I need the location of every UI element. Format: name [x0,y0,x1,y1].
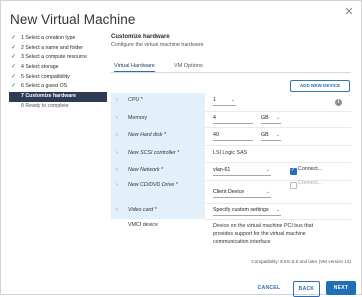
row-label: New Hard disk * [128,132,166,138]
scsi-label[interactable]: › New SCSI controller * [111,145,205,162]
step-label: 5 Select compatibility [21,73,70,80]
row-label: Memory [128,115,148,121]
step-item-active[interactable]: 7 Customize hardware [9,92,107,102]
network-connect-checkbox[interactable] [290,167,297,175]
select-value: 1 [213,97,216,103]
cancel-button[interactable]: CANCEL [253,281,285,295]
network-select[interactable]: vlan-61 ⌄ [213,166,271,176]
check-icon: ✓ [11,83,17,90]
chevron-right-icon[interactable]: › [116,150,118,156]
step-item[interactable]: ✓ 3 Select a compute resource [9,53,107,63]
hw-row-cd-dvd: › New CD/DVD Drive * Client Device ⌄ Con… [111,180,351,204]
hw-row-hard-disk: › New Hard disk * 40 GB ⌄ [111,127,351,146]
next-button[interactable]: NEXT [326,281,356,295]
hard-disk-unit-select[interactable]: GB ⌄ [261,131,281,141]
select-value: GB [261,115,269,121]
chevron-down-icon: ⌄ [275,115,280,121]
select-value: vlan-61 [213,167,231,173]
memory-unit-select[interactable]: GB ⌄ [261,114,281,124]
compatibility-note: Compatibility: ESXi 6.5 and later (VM ve… [251,259,351,264]
video-card-label[interactable]: › Video card * [111,203,205,219]
select-value: Specify custom settings [213,207,269,213]
dialog-title: New Virtual Machine [10,12,136,27]
row-label: New Network * [128,167,164,173]
memory-input[interactable]: 4 [213,114,253,124]
video-card-select[interactable]: Specify custom settings ⌄ [213,206,281,216]
step-label: 4 Select storage [21,64,59,71]
section-header: Customize hardware Configure the virtual… [111,33,351,49]
hw-row-scsi: › New SCSI controller * LSI Logic SAS [111,145,351,163]
section-subtitle: Configure the virtual machine hardware [111,42,204,48]
tab-vm-options[interactable]: VM Options [174,62,203,71]
check-icon: ✓ [11,54,17,61]
row-label: CPU * [128,97,143,103]
check-icon: ✓ [11,64,17,71]
cd-dvd-connect-label: Connect... [298,180,323,186]
step-item[interactable]: ✓ 1 Select a creation type [9,34,107,44]
memory-label[interactable]: › Memory [111,111,205,127]
close-icon[interactable]: ✕ [343,6,355,18]
step-item: 8 Ready to complete [9,102,107,112]
cpu-label[interactable]: › CPU * [111,93,205,111]
step-label: 8 Ready to complete [21,102,69,109]
cd-dvd-connect-checkbox[interactable] [290,182,297,189]
step-label: 7 Customize hardware [21,93,77,100]
check-icon: ✓ [11,35,17,41]
step-item[interactable]: ✓ 6 Select a guest OS [9,82,107,92]
select-value: GB [261,132,269,138]
cpu-select[interactable]: 1 ⌄ [213,96,236,106]
step-label: 3 Select a compute resource [21,54,88,61]
chevron-right-icon[interactable]: › [116,167,118,173]
wizard-steps: ✓ 1 Select a creation type ✓ 2 Select a na… [9,34,107,112]
chevron-right-icon[interactable]: › [116,132,118,138]
new-vm-dialog: New Virtual Machine ✕ ✓ 1 Select a creati… [0,0,362,297]
hw-row-cpu: › CPU * 1 ⌄ i [111,93,351,112]
network-connect-label: Connect... [298,166,323,172]
hw-row-memory: › Memory 4 GB ⌄ [111,111,351,128]
tab-virtual-hardware[interactable]: Virtual Hardware [114,62,155,72]
hard-disk-label[interactable]: › New Hard disk * [111,127,205,145]
chevron-down-icon: ⌄ [275,132,280,138]
hw-row-video: › Video card * Specify custom settings ⌄ [111,203,351,220]
hard-disk-size-input[interactable]: 40 [213,131,253,141]
chevron-right-icon[interactable]: › [116,115,118,121]
chevron-down-icon: ⌄ [265,189,270,195]
desc-line: communication interface [213,239,271,245]
check-icon: ✓ [11,44,17,51]
add-new-device-button[interactable]: ADD NEW DEVICE [290,80,350,92]
desc-line: Device on the virtual machine PCI bus th… [213,223,314,229]
scsi-value: LSI Logic SAS [213,150,248,156]
check-icon: ✓ [11,73,17,80]
chevron-down-icon: ⌄ [265,167,270,173]
chevron-down-icon: ⌄ [275,207,280,213]
chevron-right-icon[interactable]: › [116,182,118,188]
desc-line: provides support for the virtual machine [213,231,306,237]
row-label: VMCI device [128,222,159,228]
vmci-label: VMCI device [111,219,205,251]
row-label: Video card * [128,207,157,213]
chevron-down-icon: ⌄ [230,97,235,103]
network-label[interactable]: › New Network * [111,162,205,180]
info-icon[interactable]: i [335,99,342,106]
cd-dvd-select[interactable]: Client Device ⌄ [213,188,271,198]
row-label: New SCSI controller * [128,150,180,156]
section-title: Customize hardware [111,34,170,40]
step-item[interactable]: ✓ 4 Select storage [9,63,107,73]
tab-bar: Virtual Hardware VM Options [111,62,351,73]
step-label: 6 Select a guest OS [21,83,68,90]
hw-row-vmci: VMCI device Device on the virtual machin… [111,219,351,251]
row-label: New CD/DVD Drive * [128,182,178,188]
cd-dvd-label[interactable]: › New CD/DVD Drive * [111,180,205,203]
hardware-list: › CPU * 1 ⌄ i › Memory 4 GB ⌄ › New Hard… [111,93,351,251]
vmci-description: Device on the virtual machine PCI bus th… [213,222,313,246]
step-item[interactable]: ✓ 2 Select a name and folder [9,44,107,54]
step-label: 2 Select a name and folder [21,44,84,51]
step-item[interactable]: ✓ 5 Select compatibility [9,73,107,83]
chevron-right-icon[interactable]: › [116,97,118,103]
select-value: Client Device [213,189,245,195]
chevron-right-icon[interactable]: › [116,207,118,213]
step-label: 1 Select a creation type [21,35,76,41]
